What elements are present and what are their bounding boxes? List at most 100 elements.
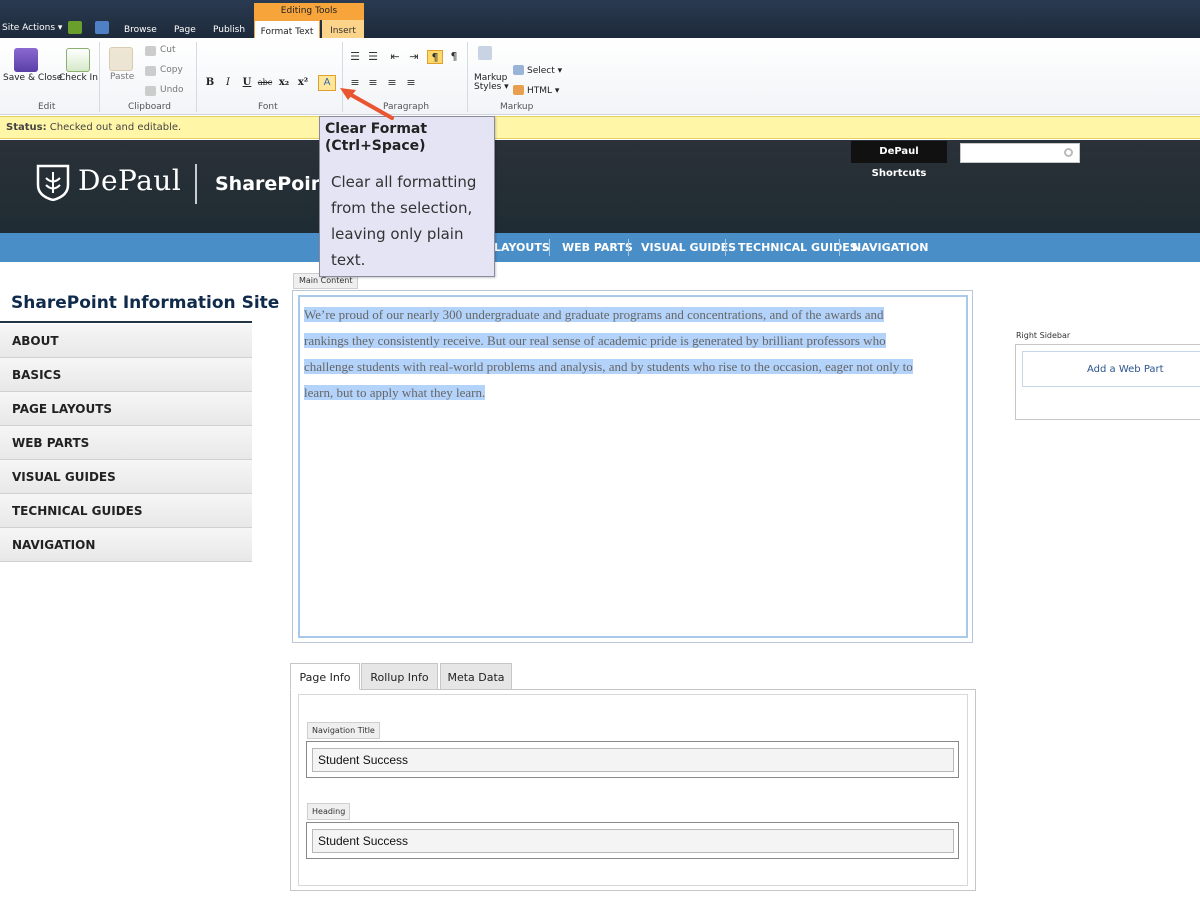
bullets-icon[interactable]: ☰ [347,50,363,64]
nav-item-web-parts[interactable]: WEB PARTS [562,233,633,262]
site-header: DePaul SharePoint I DePaul Shortcuts [0,140,1200,233]
decrease-indent-icon[interactable]: ⇤ [387,50,403,64]
status-bar: Status: Checked out and editable. [0,116,1200,139]
top-bar: Site Actions ▾ Browse Page Publish Editi… [0,0,1200,39]
increase-indent-icon[interactable]: ⇥ [406,50,422,64]
markup-styles-button-line2[interactable]: Styles ▾ [474,82,509,92]
sidebar-title-rule [0,321,252,323]
group-divider [99,42,100,112]
ribbon: Save & Close Check In Edit Paste Cut Cop… [0,38,1200,115]
bold-button[interactable]: B [203,76,217,90]
cut-icon[interactable] [145,46,156,56]
sidebar-item-about[interactable]: ABOUT [0,324,252,358]
depaul-logo-icon[interactable] [35,163,71,201]
undo-button[interactable]: Undo [160,85,184,95]
subscript-button[interactable]: x₂ [277,76,291,90]
status-key: Status: [6,122,47,133]
page-info-panel [290,689,976,891]
edit-page-icon[interactable] [95,21,109,34]
paste-icon[interactable] [109,47,133,71]
sidebar-item-navigation[interactable]: NAVIGATION [0,528,252,562]
tooltip-title: Clear Format (Ctrl+Space) [325,121,428,154]
tab-insert[interactable]: Insert [322,20,364,38]
left-to-right-icon[interactable]: ¶ [427,50,443,64]
sidebar-item-web-parts[interactable]: WEB PARTS [0,426,252,460]
check-in-icon[interactable] [66,48,90,72]
navigate-up-icon[interactable] [68,21,82,34]
markup-styles-icon[interactable] [478,46,492,60]
superscript-button[interactable]: x² [296,76,310,90]
tab-meta-data[interactable]: Meta Data [440,663,512,690]
logo-divider [195,164,197,204]
tab-browse[interactable]: Browse [124,25,157,35]
clear-format-button[interactable]: A [318,75,336,91]
cut-button[interactable]: Cut [160,45,176,55]
sidebar-title[interactable]: SharePoint Information Site [11,293,279,313]
heading-field: Student Success [306,822,959,859]
main-content-zone: We’re proud of our nearly 300 undergradu… [292,290,973,643]
status-value: Checked out and editable. [49,122,182,133]
copy-icon[interactable] [145,66,156,76]
editor-line[interactable]: learn, but to apply what they learn. [304,385,486,400]
callout-arrow-icon [340,88,394,120]
heading-input[interactable]: Student Success [312,829,954,853]
editing-tools-group-label: Editing Tools [254,3,364,20]
nav-item-visual-guides[interactable]: VISUAL GUIDES [641,233,736,262]
group-label-font: Font [258,102,278,112]
heading-label: Heading [307,803,351,820]
navigation-title-input[interactable]: Student Success [312,748,954,772]
tab-rollup-info[interactable]: Rollup Info [361,663,438,690]
group-divider [467,42,468,112]
nav-divider [628,239,629,256]
add-web-part-button[interactable]: Add a Web Part [1022,351,1200,387]
html-button[interactable]: HTML ▾ [527,86,559,96]
check-in-button[interactable]: Check In [59,73,98,83]
nav-item-navigation[interactable]: NAVIGATION [852,233,928,262]
editor-line[interactable]: We’re proud of our nearly 300 undergradu… [304,307,884,322]
site-actions-menu[interactable]: Site Actions ▾ [2,23,62,33]
justify-icon[interactable]: ≡ [403,76,419,90]
right-sidebar-label: Right Sidebar [1016,331,1071,340]
tooltip-body: Clear all formatting from the selection,… [331,173,477,269]
sidebar-item-basics[interactable]: BASICS [0,358,252,392]
strikethrough-button[interactable]: abc [256,76,274,90]
numbering-icon[interactable]: ☰ [365,50,381,64]
html-icon[interactable] [513,85,524,95]
group-label-edit: Edit [38,102,56,112]
undo-icon[interactable] [145,86,156,96]
right-sidebar-zone: Add a Web Part [1015,344,1200,420]
tab-publish[interactable]: Publish [213,25,245,35]
select-button[interactable]: Select ▾ [527,66,562,76]
paste-button[interactable]: Paste [110,72,134,82]
group-label-markup: Markup [500,102,534,112]
editor-line[interactable]: challenge students with real-world probl… [304,359,913,374]
search-input[interactable] [960,143,1080,163]
navigation-title-label: Navigation Title [307,722,380,739]
group-label-clipboard: Clipboard [128,102,171,112]
tab-page-info[interactable]: Page Info [290,663,360,690]
underline-button[interactable]: U [240,76,254,90]
editor-line[interactable]: rankings they consistently receive. But … [304,333,886,348]
clear-format-tooltip: Clear Format (Ctrl+Space) Clear all form… [319,116,495,277]
copy-button[interactable]: Copy [160,65,183,75]
sidebar-item-page-layouts[interactable]: PAGE LAYOUTS [0,392,252,426]
top-nav: LAYOUTS WEB PARTS VISUAL GUIDES TECHNICA… [0,233,1200,262]
select-icon[interactable] [513,65,524,75]
tab-page[interactable]: Page [174,25,196,35]
editor-text[interactable]: We’re proud of our nearly 300 undergradu… [304,302,966,406]
search-icon[interactable] [1064,148,1073,157]
logo-text[interactable]: DePaul [78,164,181,197]
save-close-icon[interactable] [14,48,38,72]
depaul-shortcuts-button[interactable]: DePaul Shortcuts [851,141,947,179]
nav-divider [549,239,550,256]
italic-button[interactable]: I [221,76,235,90]
group-divider [196,42,197,112]
nav-divider [725,239,726,256]
rich-text-editor[interactable]: We’re proud of our nearly 300 undergradu… [298,295,968,638]
nav-item-layouts[interactable]: LAYOUTS [494,233,550,262]
save-close-button[interactable]: Save & Close [3,73,62,83]
right-to-left-icon[interactable]: ¶ [446,50,462,64]
sidebar-item-technical-guides[interactable]: TECHNICAL GUIDES [0,494,252,528]
tab-format-text[interactable]: Format Text [254,20,320,39]
sidebar-item-visual-guides[interactable]: VISUAL GUIDES [0,460,252,494]
